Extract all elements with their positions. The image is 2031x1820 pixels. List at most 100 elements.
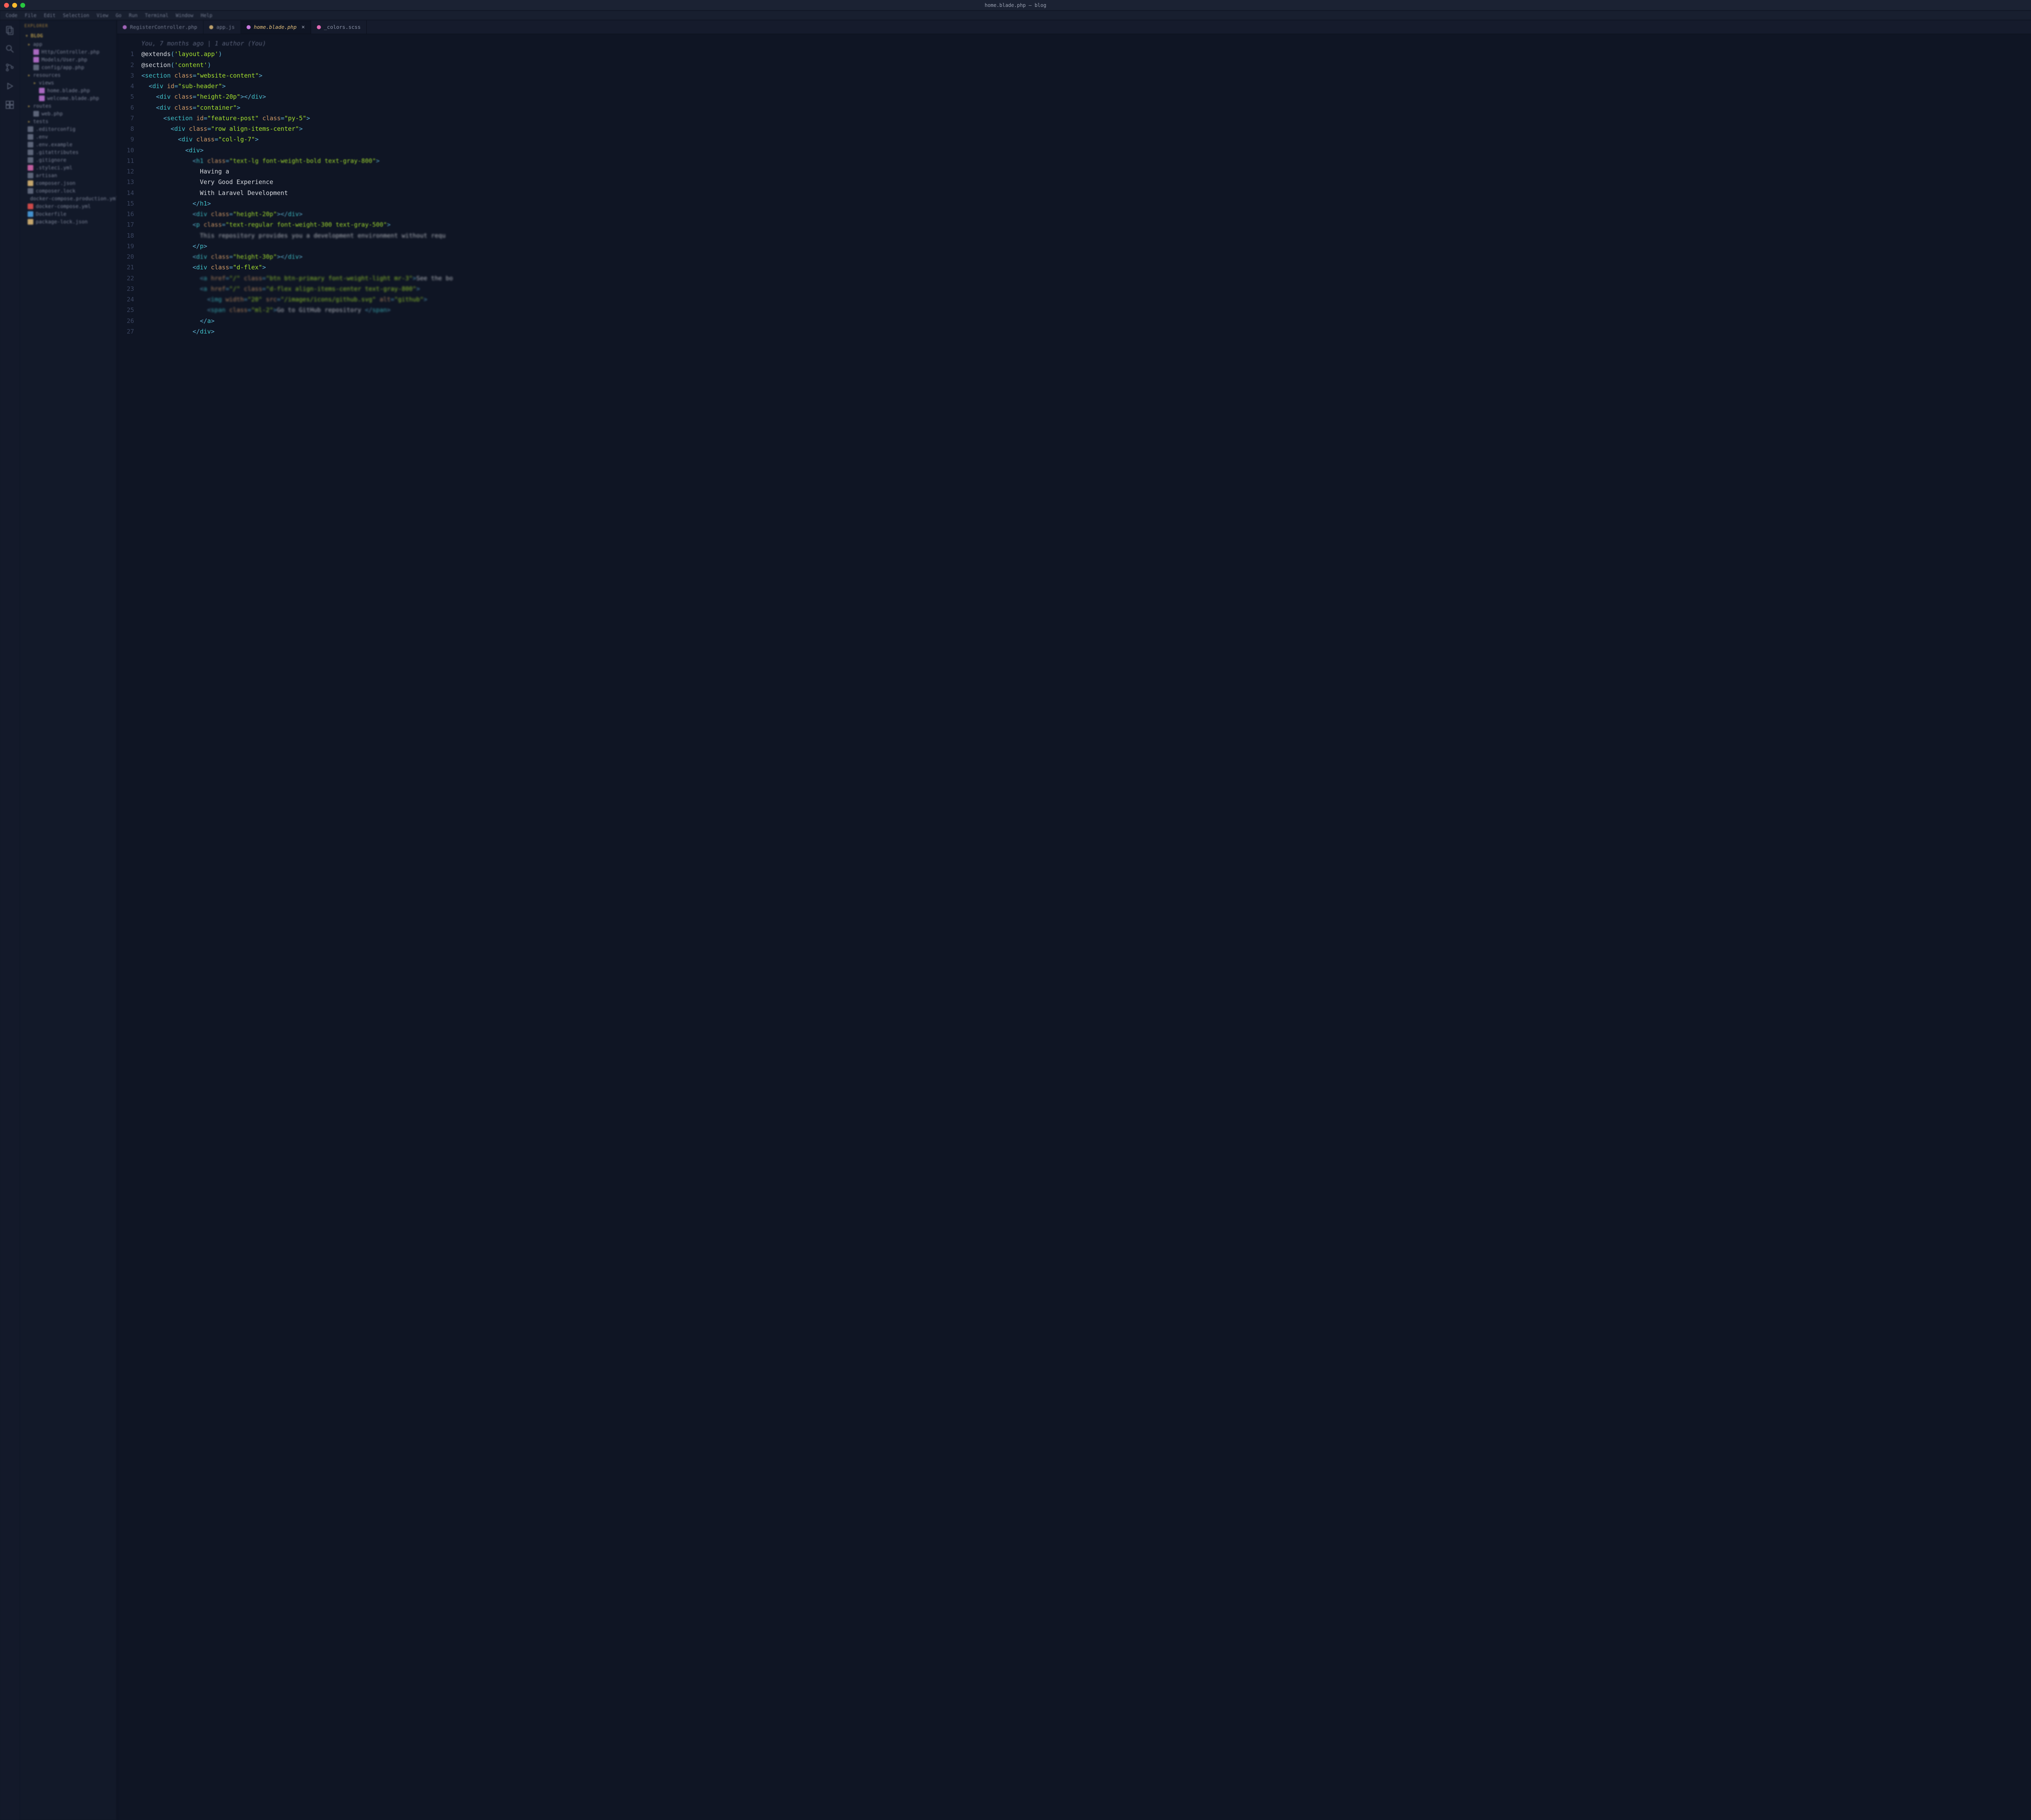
- filetype-icon: [209, 25, 213, 29]
- code-editor[interactable]: 1234567891011121314151617181920212223242…: [117, 34, 2031, 1820]
- code-line[interactable]: </div>: [141, 326, 2031, 337]
- code-line[interactable]: <div class="height-30p"></div>: [141, 251, 2031, 262]
- file-row[interactable]: docker-compose.yml: [22, 202, 114, 210]
- editor-window: home.blade.php — blog CodeFileEditSelect…: [0, 0, 2031, 1820]
- menu-edit[interactable]: Edit: [44, 13, 56, 18]
- folder-row[interactable]: ▸resources: [22, 71, 114, 79]
- file-row[interactable]: .editorconfig: [22, 125, 114, 133]
- code-line[interactable]: </p>: [141, 241, 2031, 251]
- file-label: Models/User.php: [41, 56, 87, 63]
- folder-row[interactable]: ▸app: [22, 40, 114, 48]
- file-row[interactable]: .styleci.yml: [22, 164, 114, 171]
- file-icon: [28, 165, 33, 171]
- code-area[interactable]: You, 7 months ago | 1 author (You)@exten…: [140, 34, 2031, 1820]
- code-line[interactable]: <img width="20" src="/images/icons/githu…: [141, 294, 2031, 305]
- folder-row[interactable]: ▸routes: [22, 102, 114, 110]
- menu-view[interactable]: View: [97, 13, 108, 18]
- file-row[interactable]: Models/User.php: [22, 56, 114, 63]
- code-line[interactable]: <div class="d-flex">: [141, 262, 2031, 273]
- menu-code[interactable]: Code: [6, 13, 17, 18]
- file-row[interactable]: web.php: [22, 110, 114, 117]
- file-row[interactable]: welcome.blade.php: [22, 94, 114, 102]
- code-line[interactable]: Very Good Experience: [141, 177, 2031, 187]
- chevron-right-icon: ▸: [33, 80, 37, 86]
- file-icon: [28, 211, 33, 217]
- code-line[interactable]: <section class="website-content">: [141, 70, 2031, 81]
- menu-go[interactable]: Go: [116, 13, 121, 18]
- chevron-right-icon: ▸: [28, 118, 31, 124]
- file-label: Http/Controller.php: [41, 49, 100, 55]
- folder-row[interactable]: ▸views: [22, 79, 114, 87]
- project-root[interactable]: ▾ BLOG: [19, 32, 117, 39]
- code-line[interactable]: Having a: [141, 166, 2031, 177]
- file-row[interactable]: .env: [22, 133, 114, 141]
- code-line[interactable]: This repository provides you a developme…: [141, 230, 2031, 241]
- filetype-icon: [247, 25, 251, 29]
- code-line[interactable]: <p class="text-regular font-weight-300 t…: [141, 219, 2031, 230]
- tab-label: home.blade.php: [254, 24, 297, 30]
- folder-row[interactable]: ▸tests: [22, 117, 114, 125]
- file-row[interactable]: Dockerfile: [22, 210, 114, 218]
- menubar: Code File Edit Selection View Go Run Terminal Wi…: [0, 11, 2031, 20]
- tab-label: RegisterController.php: [130, 24, 197, 30]
- tab--colors-scss[interactable]: _colors.scss: [311, 20, 367, 34]
- code-line[interactable]: <div id="sub-header">: [141, 81, 2031, 91]
- file-icon: [39, 88, 45, 93]
- tab-registercontroller-php[interactable]: RegisterController.php: [117, 20, 204, 34]
- code-line[interactable]: <a href="/" class="btn btn-primary font-…: [141, 273, 2031, 284]
- menu-run[interactable]: Run: [129, 13, 138, 18]
- file-row[interactable]: Http/Controller.php: [22, 48, 114, 56]
- line-gutter: 1234567891011121314151617181920212223242…: [117, 34, 140, 1820]
- code-line[interactable]: <span class="ml-2">Go to GitHub reposito…: [141, 305, 2031, 315]
- maximize-icon[interactable]: [20, 3, 25, 8]
- file-row[interactable]: composer.json: [22, 179, 114, 187]
- file-row[interactable]: config/app.php: [22, 63, 114, 71]
- menu-selection[interactable]: Selection: [63, 13, 89, 18]
- menu-terminal[interactable]: Terminal: [145, 13, 169, 18]
- code-line[interactable]: <div class="height-20p"></div>: [141, 91, 2031, 102]
- search-icon[interactable]: [5, 44, 15, 54]
- git-icon[interactable]: [5, 63, 15, 72]
- code-line[interactable]: </a>: [141, 316, 2031, 326]
- explorer-icon[interactable]: [5, 25, 15, 35]
- file-row[interactable]: composer.lock: [22, 187, 114, 195]
- close-icon[interactable]: ×: [301, 24, 305, 30]
- extensions-icon[interactable]: [5, 100, 15, 110]
- file-label: .gitattributes: [36, 149, 78, 155]
- code-line[interactable]: <div>: [141, 145, 2031, 156]
- file-label: tests: [33, 118, 49, 124]
- file-row[interactable]: home.blade.php: [22, 87, 114, 94]
- file-row[interactable]: .gitattributes: [22, 148, 114, 156]
- file-row[interactable]: package-lock.json: [22, 218, 114, 225]
- file-icon: [28, 204, 33, 209]
- file-icon: [28, 134, 33, 140]
- file-icon: [28, 219, 33, 225]
- close-icon[interactable]: [4, 3, 9, 8]
- tab-bar: RegisterController.phpapp.jshome.blade.p…: [117, 20, 2031, 34]
- menu-window[interactable]: Window: [176, 13, 193, 18]
- code-line[interactable]: <div class="row align-items-center">: [141, 124, 2031, 134]
- menu-file[interactable]: File: [25, 13, 37, 18]
- code-line[interactable]: <div class="height-20p"></div>: [141, 209, 2031, 219]
- file-label: resources: [33, 72, 61, 78]
- tab-home-blade-php[interactable]: home.blade.php ×: [241, 20, 311, 34]
- file-row[interactable]: .gitignore: [22, 156, 114, 164]
- minimize-icon[interactable]: [12, 3, 17, 8]
- sidebar-header: EXPLORER: [19, 20, 117, 32]
- file-row[interactable]: .env.example: [22, 141, 114, 148]
- code-line[interactable]: </h1>: [141, 198, 2031, 209]
- code-line[interactable]: With Laravel Development: [141, 188, 2031, 198]
- menu-help[interactable]: Help: [201, 13, 212, 18]
- code-line[interactable]: @section('content'): [141, 60, 2031, 70]
- code-line[interactable]: <a href="/" class="d-flex align-items-ce…: [141, 284, 2031, 294]
- code-line[interactable]: <h1 class="text-lg font-weight-bold text…: [141, 156, 2031, 166]
- code-line[interactable]: <section id="feature-post" class="py-5">: [141, 113, 2031, 124]
- code-line[interactable]: @extends('layout.app'): [141, 49, 2031, 59]
- debug-icon[interactable]: [5, 81, 15, 91]
- file-row[interactable]: artisan: [22, 171, 114, 179]
- code-line[interactable]: <div class="container">: [141, 102, 2031, 113]
- code-line[interactable]: <div class="col-lg-7">: [141, 134, 2031, 145]
- file-row[interactable]: docker-compose.production.yml: [22, 195, 114, 202]
- file-icon: [28, 180, 33, 186]
- tab-app-js[interactable]: app.js: [204, 20, 241, 34]
